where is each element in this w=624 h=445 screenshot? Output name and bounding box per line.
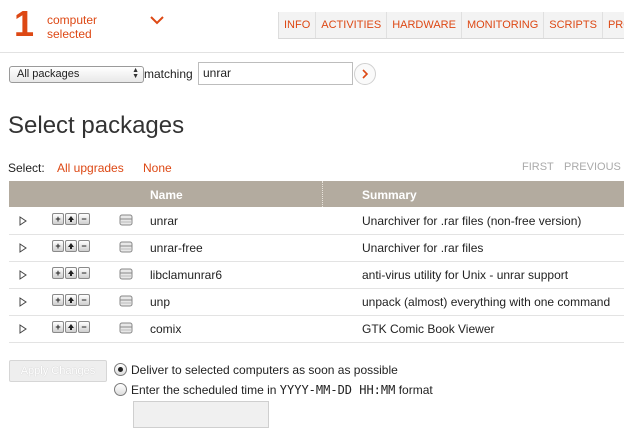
install-plus-icon[interactable]: +	[52, 240, 64, 252]
install-plus-icon[interactable]: +	[52, 294, 64, 306]
table-row: + − unp unpack (almost) everything with one…	[9, 288, 624, 316]
upgrade-arrow-icon[interactable]	[65, 267, 77, 279]
select-label: Select:	[8, 161, 45, 175]
package-icon	[119, 267, 133, 284]
package-summary: unpack (almost) everything with one comm…	[362, 295, 611, 309]
package-name[interactable]: libclamunrar6	[150, 268, 222, 282]
select-all-upgrades-link[interactable]: All upgrades	[57, 161, 124, 175]
tab-activities[interactable]: ACTIVITIES	[316, 12, 388, 38]
page-title: Select packages	[8, 112, 185, 139]
tab-scripts[interactable]: SCRIPTS	[544, 12, 603, 38]
row-action-buttons: + −	[52, 321, 90, 333]
package-name[interactable]: unrar	[150, 214, 178, 228]
chevron-right-icon[interactable]	[354, 63, 376, 85]
remove-minus-icon[interactable]: −	[78, 267, 90, 279]
deliver-asap-radio[interactable]	[114, 363, 127, 376]
table-row: + − unrar-free Unarchiver for .rar files	[9, 234, 624, 262]
upgrade-arrow-icon[interactable]	[65, 321, 77, 333]
table-row: + − comix GTK Comic Book Viewer	[9, 315, 624, 343]
package-name[interactable]: unp	[150, 295, 170, 309]
install-plus-icon[interactable]: +	[52, 321, 64, 333]
package-icon	[119, 213, 133, 230]
selection-bar: Select: All upgrades None FIRST PREVIOUS	[8, 161, 621, 177]
pagination-previous[interactable]: PREVIOUS	[564, 161, 621, 173]
remove-minus-icon[interactable]: −	[78, 294, 90, 306]
selected-count-label: computer selected	[47, 13, 98, 41]
row-action-buttons: + −	[52, 240, 90, 252]
remove-minus-icon[interactable]: −	[78, 213, 90, 225]
package-summary: anti-virus utility for Unix - unrar supp…	[362, 268, 569, 282]
row-action-buttons: + −	[52, 213, 90, 225]
column-name: Name	[150, 188, 183, 202]
tab-hardware[interactable]: HARDWARE	[387, 12, 462, 38]
package-name[interactable]: comix	[150, 322, 181, 336]
upgrade-arrow-icon[interactable]	[65, 213, 77, 225]
package-icon	[119, 321, 133, 338]
expand-triangle-icon[interactable]	[19, 296, 27, 310]
expand-triangle-icon[interactable]	[19, 269, 27, 283]
schedule-time-input[interactable]	[133, 401, 269, 428]
column-summary: Summary	[362, 188, 417, 202]
table-row: + − libclamunrar6 anti-virus utility for Un…	[9, 261, 624, 289]
row-action-buttons: + −	[52, 267, 90, 279]
expand-triangle-icon[interactable]	[19, 215, 27, 229]
schedule-radio[interactable]	[114, 383, 127, 396]
selected-count: 1	[14, 3, 35, 44]
package-name[interactable]: unrar-free	[150, 241, 203, 255]
remove-minus-icon[interactable]: −	[78, 240, 90, 252]
tab-monitoring[interactable]: MONITORING	[462, 12, 545, 38]
expand-triangle-icon[interactable]	[19, 242, 27, 256]
search-input[interactable]: unrar	[198, 62, 353, 85]
row-action-buttons: + −	[52, 294, 90, 306]
tab-processes[interactable]: PROCE	[603, 12, 624, 38]
apply-changes-button[interactable]: Apply Changes	[9, 360, 107, 382]
column-divider	[322, 181, 323, 207]
schedule-format: YYYY-MM-DD HH:MM	[279, 383, 396, 397]
package-summary: Unarchiver for .rar files	[362, 241, 484, 255]
package-summary: GTK Comic Book Viewer	[362, 322, 495, 336]
remove-minus-icon[interactable]: −	[78, 321, 90, 333]
select-none-link[interactable]: None	[143, 161, 172, 175]
package-icon	[119, 294, 133, 311]
select-arrows-icon: ▲ ▼	[132, 67, 139, 80]
section-tabs: INFO ACTIVITIES HARDWARE MONITORING SCRI…	[278, 12, 624, 39]
upgrade-arrow-icon[interactable]	[65, 294, 77, 306]
package-summary: Unarchiver for .rar files (non-free vers…	[362, 214, 582, 228]
pagination-first[interactable]: FIRST	[522, 161, 554, 173]
deliver-asap-label: Deliver to selected computers as soon as…	[131, 363, 398, 377]
table-row: + − unrar Unarchiver for .rar files (non-fr…	[9, 207, 624, 235]
install-plus-icon[interactable]: +	[52, 213, 64, 225]
tab-info[interactable]: INFO	[279, 12, 317, 38]
table-header: Name Summary	[9, 181, 624, 207]
chevron-down-icon[interactable]	[146, 12, 168, 32]
matching-label: matching	[144, 67, 193, 81]
schedule-label: Enter the scheduled time in YYYY-MM-DD H…	[131, 383, 433, 397]
package-filter-select[interactable]: All packages ▲ ▼	[9, 66, 144, 83]
expand-triangle-icon[interactable]	[19, 323, 27, 337]
top-bar: 1 computer selected INFO ACTIVITIES HARD…	[0, 0, 624, 53]
package-icon	[119, 240, 133, 257]
upgrade-arrow-icon[interactable]	[65, 240, 77, 252]
install-plus-icon[interactable]: +	[52, 267, 64, 279]
